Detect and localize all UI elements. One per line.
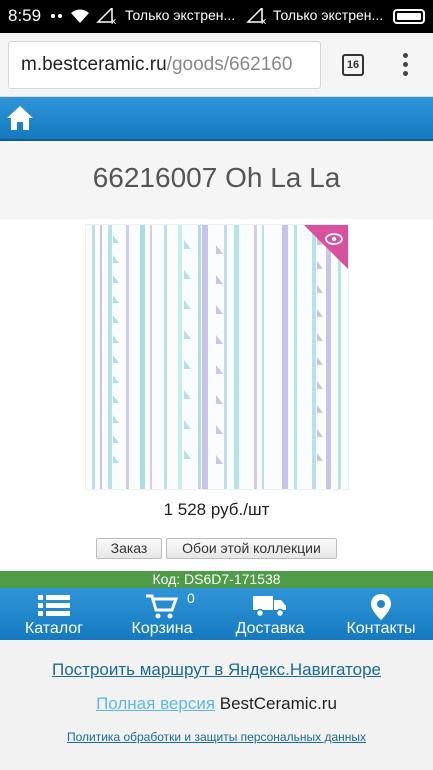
site-name: BestCeramic.ru	[219, 694, 337, 713]
product-price: 1 528 руб./шт	[163, 500, 270, 519]
signal-icon: x	[96, 6, 118, 29]
bottom-nav: Каталог 0 Корзина Доставка Контакты	[0, 588, 433, 640]
yandex-route-link[interactable]: Построить маршрут в Яндекс.Навигаторе	[0, 660, 433, 680]
list-icon	[38, 594, 70, 623]
svg-text:x: x	[261, 17, 267, 24]
truck-icon	[253, 594, 287, 623]
wifi-icon	[70, 8, 90, 29]
order-button[interactable]: Заказ	[96, 538, 162, 559]
product-code: Код: DS6D7-171538	[0, 571, 433, 588]
site-header	[0, 97, 433, 141]
url-path: /goods/662160	[166, 54, 293, 75]
overflow-menu-icon[interactable]	[396, 51, 414, 79]
clock: 8:59	[8, 6, 42, 25]
tabs-button[interactable]: 16	[342, 54, 364, 76]
nav-delivery[interactable]: Доставка	[225, 588, 315, 640]
url-host: m.bestceramic.ru	[21, 54, 167, 75]
nav-delivery-label: Доставка	[235, 620, 305, 637]
full-version-line: Полная версия BestCeramic.ru	[0, 694, 433, 714]
carrier-label-1: Только экстрен...	[125, 7, 236, 23]
nav-catalog-label: Каталог	[24, 620, 84, 637]
eye-badge-icon	[304, 225, 348, 269]
home-icon[interactable]	[6, 105, 34, 131]
nav-contacts[interactable]: Контакты	[335, 588, 427, 640]
battery-icon	[393, 9, 425, 24]
product-image[interactable]	[85, 224, 349, 490]
nav-catalog[interactable]: Каталог	[8, 588, 100, 640]
collection-wallpaper-button[interactable]: Обои этой коллекции	[166, 538, 337, 559]
address-bar[interactable]: m.bestceramic.ru/goods/662160	[8, 41, 321, 89]
privacy-policy-link[interactable]: Политика обработки и защиты персональных…	[0, 730, 433, 744]
browser-toolbar: m.bestceramic.ru/goods/662160 16	[0, 33, 433, 97]
cart-count-badge: 0	[187, 590, 195, 606]
nav-contacts-label: Контакты	[346, 620, 416, 637]
signal-icon: x	[246, 6, 268, 29]
nav-cart-label: Корзина	[131, 620, 193, 637]
full-version-link[interactable]: Полная версия	[96, 694, 215, 713]
status-bar: 8:59 x Только экстрен... x Только экстре…	[0, 0, 433, 33]
page-title: 66216007 Oh La La	[92, 162, 341, 193]
nav-cart[interactable]: 0 Корзина	[118, 588, 206, 640]
svg-text:x: x	[111, 17, 117, 24]
carrier-label-2: Только экстрен...	[273, 7, 384, 23]
dots-icon	[50, 8, 64, 27]
